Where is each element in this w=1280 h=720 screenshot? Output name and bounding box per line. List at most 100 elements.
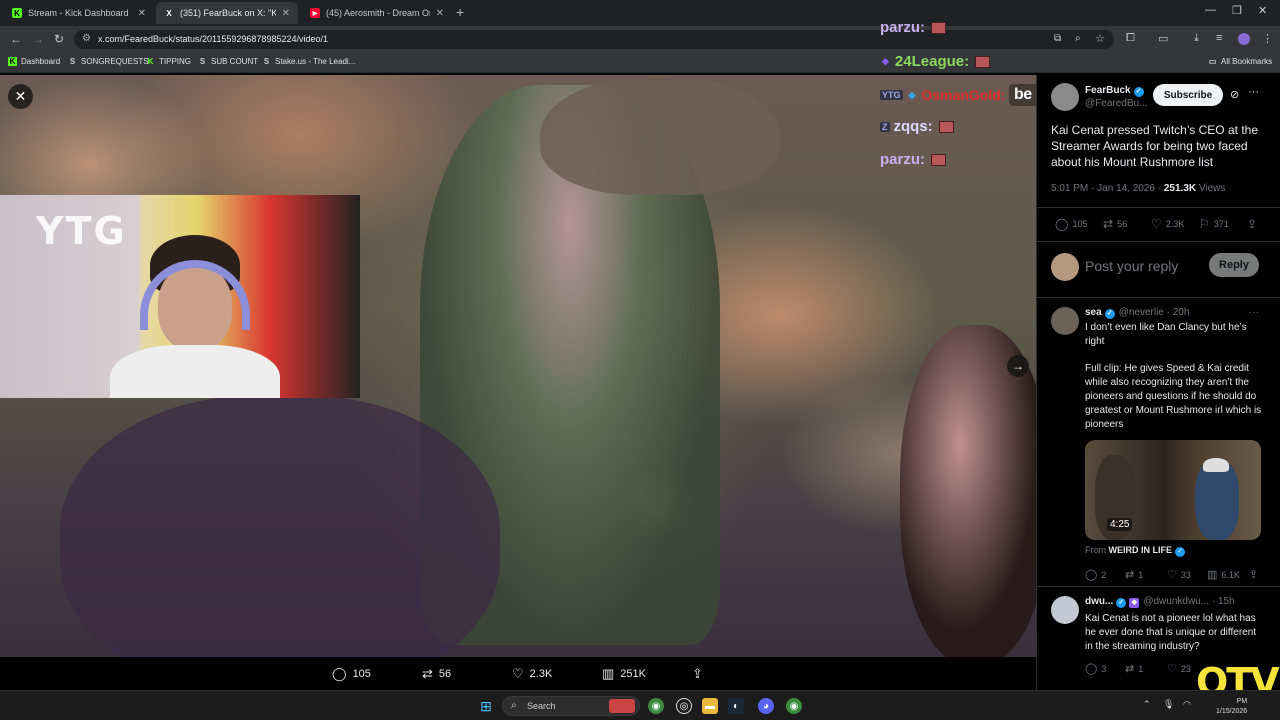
share-stat[interactable]: ⇪ <box>1249 568 1262 581</box>
video-person-foreground <box>60 395 500 657</box>
download-icon[interactable]: ⤓ <box>1194 32 1199 45</box>
tab-kick-dashboard[interactable]: K Stream - Kick Dashboard ✕ <box>4 2 154 24</box>
steam-icon[interactable]: ◐ <box>728 698 744 714</box>
chrome-icon[interactable]: ◉ <box>648 698 664 714</box>
bookmark-songrequests[interactable]: S SONGREQUESTS <box>68 57 149 66</box>
verified-icon: ✓ <box>1104 309 1115 319</box>
author-handle[interactable]: @FearedBu... <box>1085 98 1147 109</box>
bookmark-dashboard[interactable]: K Dashboard <box>8 57 60 66</box>
close-icon[interactable]: ✕ <box>282 8 290 19</box>
video-duration: 4:25 <box>1107 518 1133 531</box>
tweet-views-count: 251.3K <box>1163 183 1197 194</box>
discord-icon[interactable]: ◕ <box>758 698 774 714</box>
tab-youtube[interactable]: ▶ (45) Aerosmith - Dream On (A ✕ <box>302 2 452 24</box>
chrome-profile-icon[interactable]: ◉ <box>786 698 802 714</box>
forward-icon[interactable]: → <box>32 32 44 46</box>
user-avatar[interactable] <box>1051 253 1079 281</box>
view-count: 6.1K <box>1221 569 1240 580</box>
bookmark-stat[interactable]: ⚐ 371 <box>1199 217 1229 231</box>
close-media-button[interactable]: ✕ <box>8 84 33 109</box>
bookmark-sub-count[interactable]: S SUB COUNT <box>198 57 258 66</box>
x-icon: X <box>166 8 172 18</box>
heart-icon: ♡ <box>1167 663 1177 675</box>
repost-stat[interactable]: ⇄ 56 <box>1103 217 1127 231</box>
reply-stat[interactable]: ◯ 105 <box>1055 217 1087 231</box>
heart-icon: ♡ <box>1151 217 1162 231</box>
bookmark-tipping[interactable]: K TIPPING <box>146 57 191 66</box>
like-stat[interactable]: ♡ 2.3K <box>1151 217 1184 231</box>
bookmark-star-icon[interactable]: ☆ <box>1095 32 1105 45</box>
affiliate-badge-icon: ◆ <box>1129 598 1140 608</box>
bookmark-stake[interactable]: S Stake.us - The Leadi... <box>262 57 356 66</box>
all-bookmarks[interactable]: ▭ All Bookmarks <box>1208 57 1272 66</box>
tweet-meta: 5:01 PM · Jan 14, 2026 · 251.3K Views <box>1051 183 1225 194</box>
tweet-text: Kai Cenat pressed Twitch’s CEO at the St… <box>1051 123 1258 169</box>
chat-message: ◆ 24League: <box>880 53 991 70</box>
views-stat[interactable]: ▥ 6.1K <box>1207 568 1240 581</box>
taskbar-search[interactable]: ⌕ Search <box>502 696 640 716</box>
reload-icon[interactable]: ↻ <box>54 32 64 46</box>
microphone-icon[interactable]: 🎙 <box>1163 699 1174 710</box>
site-info-icon[interactable]: ⚙ <box>82 33 91 44</box>
like-action[interactable]: ♡ 2.3K <box>512 666 552 682</box>
reply-avatar[interactable] <box>1051 307 1079 335</box>
more-icon[interactable]: ··· <box>1249 307 1259 318</box>
menu-icon[interactable]: ⋮ <box>1262 32 1273 45</box>
share-action[interactable]: ⇪ <box>692 666 709 682</box>
zoom-icon[interactable]: ⌕ <box>1075 33 1081 44</box>
stake-icon: S <box>263 57 270 66</box>
windows-start-icon[interactable]: ⊞ <box>478 698 494 714</box>
repost-icon: ⇄ <box>1125 569 1135 581</box>
reply-button[interactable]: Reply <box>1209 253 1259 277</box>
browser-toolbar: ← → ↻ ⚙ x.com/FearedBuck/status/20115592… <box>0 26 1280 53</box>
reply-avatar[interactable] <box>1051 596 1079 624</box>
tray-chevron-icon[interactable]: ⌃ <box>1143 699 1151 710</box>
repost-stat[interactable]: ⇄ 1 <box>1125 568 1143 581</box>
profile-avatar[interactable] <box>1238 33 1250 45</box>
tweet-time[interactable]: 5:01 PM · Jan 14, 2026 · <box>1051 183 1161 194</box>
video-action-bar: ◯ 105 ⇄ 56 ♡ 2.3K ▥ 251K ⇪ <box>0 657 1036 690</box>
close-icon[interactable]: ✕ <box>436 8 444 19</box>
reply-author[interactable]: dwu... ✓ ◆ @dwunkdwu... · 15h <box>1085 596 1235 608</box>
cast-icon[interactable]: ▭ <box>1158 32 1168 45</box>
install-icon[interactable]: ⧉ <box>1054 33 1061 44</box>
repost-stat[interactable]: ⇄ 1 <box>1125 662 1143 675</box>
like-stat[interactable]: ♡ 33 <box>1167 568 1191 581</box>
new-tab-icon[interactable]: + <box>456 4 464 20</box>
reply-author[interactable]: sea ✓ @neverlie · 20h <box>1085 307 1189 319</box>
more-icon[interactable]: ··· <box>1248 86 1259 98</box>
author-name[interactable]: FearBuck ✓ <box>1085 85 1144 97</box>
like-stat[interactable]: ♡ 23 <box>1167 662 1191 675</box>
video-thumbnail[interactable]: 4:25 <box>1085 440 1261 540</box>
views-action[interactable]: ▥ 251K <box>602 666 646 682</box>
tab-x-post[interactable]: X (351) FearBuck on X: "Kai C ✕ <box>156 2 298 24</box>
tools-icon[interactable]: ≡ <box>1216 32 1222 44</box>
minimize-icon[interactable]: — <box>1205 4 1216 16</box>
taskbar: ⊞ ⌕ Search ◉ ◎ ▬ ◐ ◕ ◉ ⌃ 🎙 ◠ <box>0 690 1280 720</box>
wifi-icon[interactable]: ◠ <box>1183 699 1191 710</box>
verified-icon: ✓ <box>1116 598 1127 608</box>
subscribe-button[interactable]: Subscribe <box>1153 84 1223 106</box>
address-bar[interactable]: ⚙ x.com/FearedBuck/status/20115592968789… <box>74 30 1114 49</box>
reply-stat[interactable]: ◯ 2 <box>1085 568 1106 581</box>
search-icon: ⌕ <box>511 700 517 711</box>
close-window-icon[interactable]: ✕ <box>1258 4 1267 17</box>
grok-icon[interactable]: ⊘ <box>1230 88 1239 101</box>
obs-icon[interactable]: ◎ <box>676 698 692 714</box>
url-text: x.com/FearedBuck/status/2011559296878985… <box>98 34 328 44</box>
author-avatar[interactable] <box>1051 83 1079 111</box>
video-source[interactable]: From WEIRD IN LIFE ✓ <box>1085 545 1186 557</box>
restore-icon[interactable]: ❐ <box>1232 4 1242 17</box>
next-media-button[interactable]: → <box>1007 355 1029 377</box>
share-stat[interactable]: ⇪ <box>1247 217 1261 231</box>
like-count: 2.3K <box>1165 219 1185 229</box>
back-icon[interactable]: ← <box>10 32 22 46</box>
repost-action[interactable]: ⇄ 56 <box>422 666 451 682</box>
extensions-icon[interactable]: ⧠ <box>1126 32 1135 45</box>
reply-stat[interactable]: ◯ 3 <box>1085 662 1106 675</box>
close-icon[interactable]: ✕ <box>138 8 146 19</box>
file-explorer-icon[interactable]: ▬ <box>702 698 718 714</box>
reply-input[interactable]: Post your reply <box>1085 258 1178 274</box>
reply-action[interactable]: ◯ 105 <box>332 666 371 682</box>
system-clock[interactable]: PM 1/15/2026 <box>1216 697 1247 717</box>
